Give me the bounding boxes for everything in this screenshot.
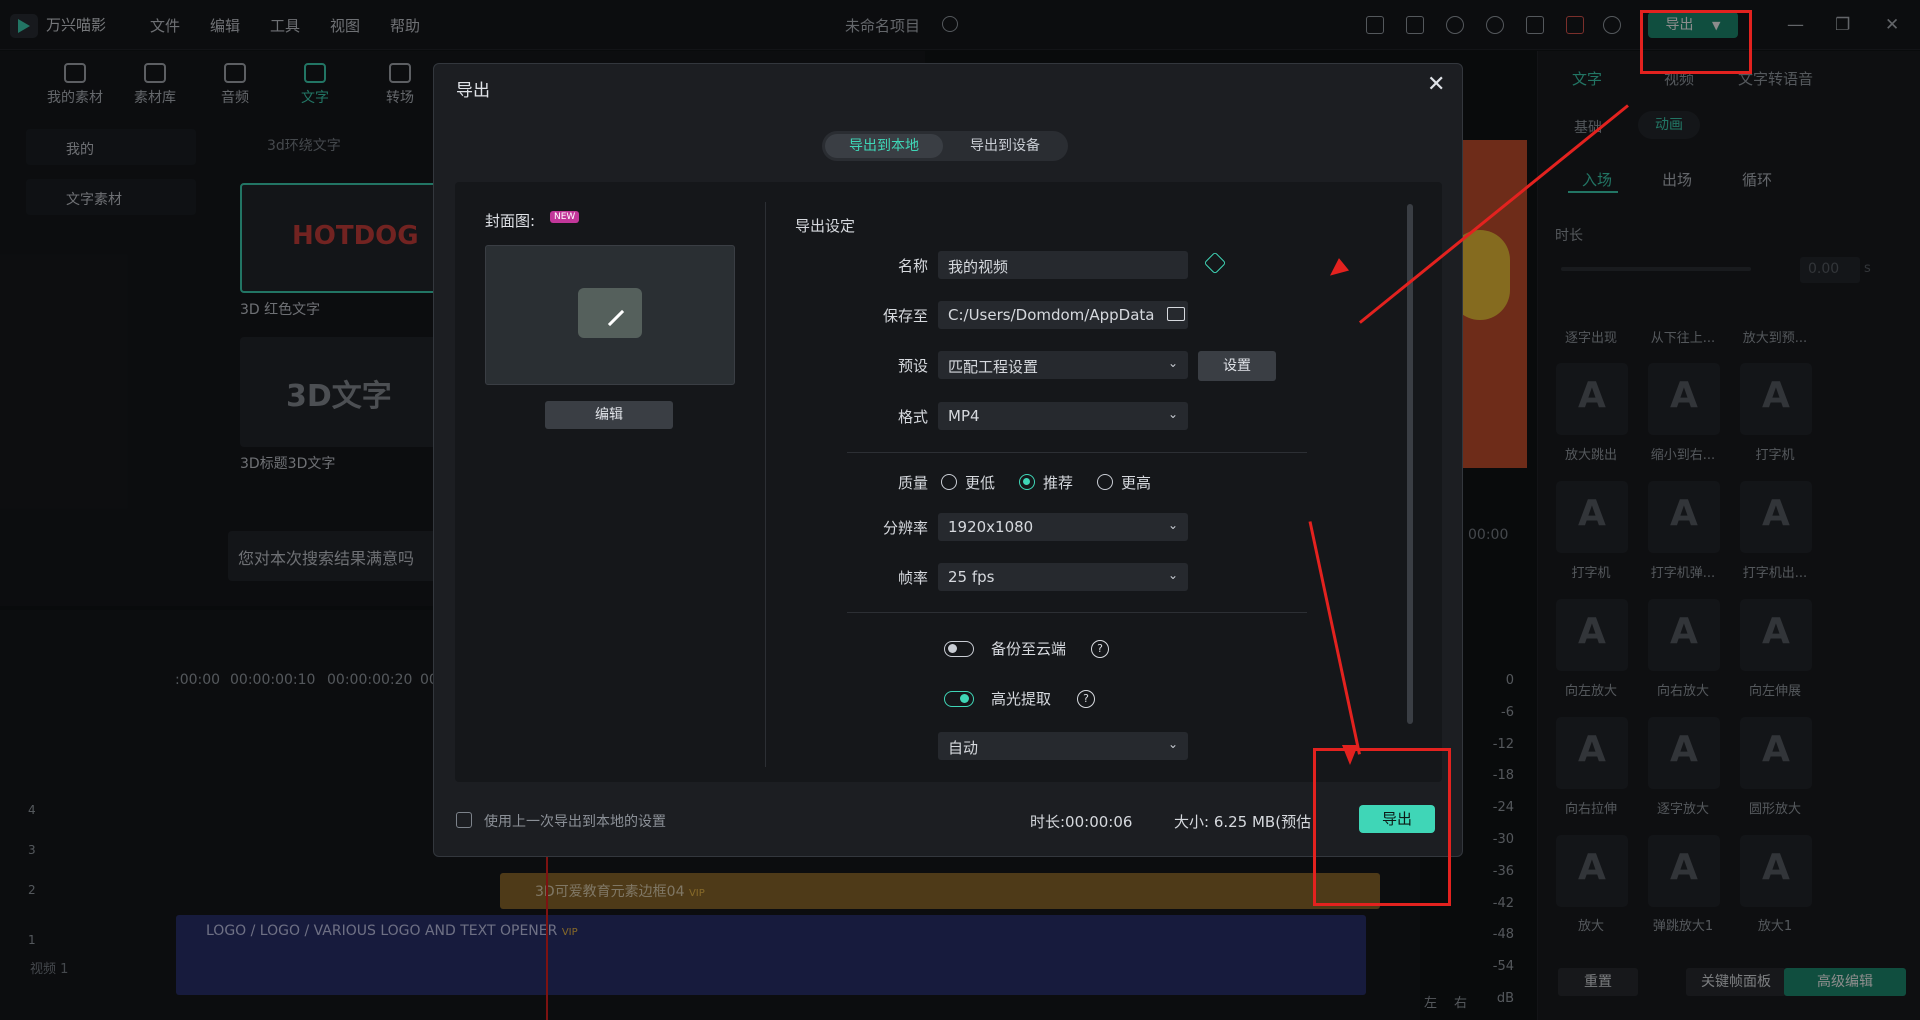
- duration-text: 时长:00:00:06: [1030, 813, 1133, 831]
- resolution-select[interactable]: 1920x1080 ⌄: [938, 513, 1188, 541]
- annotation-arrowhead: [1342, 745, 1358, 765]
- close-icon[interactable]: ✕: [1427, 72, 1445, 97]
- annotation-box-dialog-export: [1313, 748, 1451, 906]
- cloud-backup-toggle[interactable]: [944, 641, 974, 657]
- export-target-toggle: 导出到本地 导出到设备: [822, 131, 1068, 161]
- quality-high-label: 更高: [1121, 474, 1152, 492]
- chevron-down-icon: ⌄: [1167, 356, 1178, 370]
- quality-high-radio[interactable]: [1097, 474, 1113, 490]
- help-icon[interactable]: ?: [1091, 640, 1109, 658]
- use-last-settings-label: 使用上一次导出到本地的设置: [484, 814, 666, 830]
- cover-label: 封面图:: [485, 212, 536, 230]
- annotation-box-top-export: [1640, 10, 1752, 74]
- divider: [847, 452, 1307, 453]
- help-icon[interactable]: ?: [1077, 690, 1095, 708]
- save-path-input[interactable]: C:/Users/Domdom/AppData: [938, 301, 1188, 329]
- chevron-down-icon: ⌄: [1167, 518, 1178, 532]
- highlight-mode-select[interactable]: 自动 ⌄: [938, 732, 1188, 760]
- cover-preview[interactable]: [485, 245, 735, 385]
- export-settings-area: 封面图: NEW 编辑 导出设定 名称 我的视频 保存至 C:/Users/Do…: [455, 182, 1442, 782]
- highlight-label: 高光提取: [991, 690, 1052, 708]
- ai-rename-icon[interactable]: [1203, 251, 1227, 275]
- export-dialog: 导出 ✕ 导出到本地 导出到设备 封面图: NEW 编辑 导出设定 名称 我的视…: [433, 63, 1463, 857]
- tab-export-device[interactable]: 导出到设备: [946, 134, 1064, 158]
- save-path-label: 保存至: [882, 307, 928, 325]
- name-label: 名称: [897, 257, 928, 275]
- chevron-down-icon: ⌄: [1167, 737, 1178, 751]
- edit-pencil-icon: [578, 288, 642, 338]
- highlight-toggle[interactable]: [944, 691, 974, 707]
- format-label: 格式: [897, 408, 928, 426]
- quality-recommended-radio[interactable]: [1019, 474, 1035, 490]
- column-divider: [765, 202, 766, 767]
- cloud-backup-label: 备份至云端: [991, 640, 1067, 658]
- chevron-down-icon: ⌄: [1167, 407, 1178, 421]
- chevron-down-icon: ⌄: [1167, 568, 1178, 582]
- divider: [847, 612, 1307, 613]
- resolution-label: 分辨率: [882, 519, 928, 537]
- quality-low-radio[interactable]: [941, 474, 957, 490]
- folder-icon[interactable]: [1167, 307, 1185, 321]
- quality-low-label: 更低: [965, 474, 996, 492]
- settings-title: 导出设定: [795, 217, 856, 235]
- use-last-settings-checkbox[interactable]: [456, 812, 472, 828]
- tab-export-local[interactable]: 导出到本地: [825, 134, 943, 158]
- quality-recommended-label: 推荐: [1043, 474, 1074, 492]
- quality-label: 质量: [897, 474, 928, 492]
- format-select[interactable]: MP4 ⌄: [938, 402, 1188, 430]
- preset-select[interactable]: 匹配工程设置 ⌄: [938, 351, 1188, 379]
- preset-settings-button[interactable]: 设置: [1198, 351, 1276, 381]
- preset-label: 预设: [897, 357, 928, 375]
- fps-label: 帧率: [897, 569, 928, 587]
- fps-select[interactable]: 25 fps ⌄: [938, 563, 1188, 591]
- name-input[interactable]: 我的视频: [938, 251, 1188, 279]
- new-badge: NEW: [550, 211, 580, 223]
- dialog-title: 导出: [456, 81, 490, 101]
- edit-cover-button[interactable]: 编辑: [545, 401, 673, 429]
- pencil-mark: [595, 297, 625, 327]
